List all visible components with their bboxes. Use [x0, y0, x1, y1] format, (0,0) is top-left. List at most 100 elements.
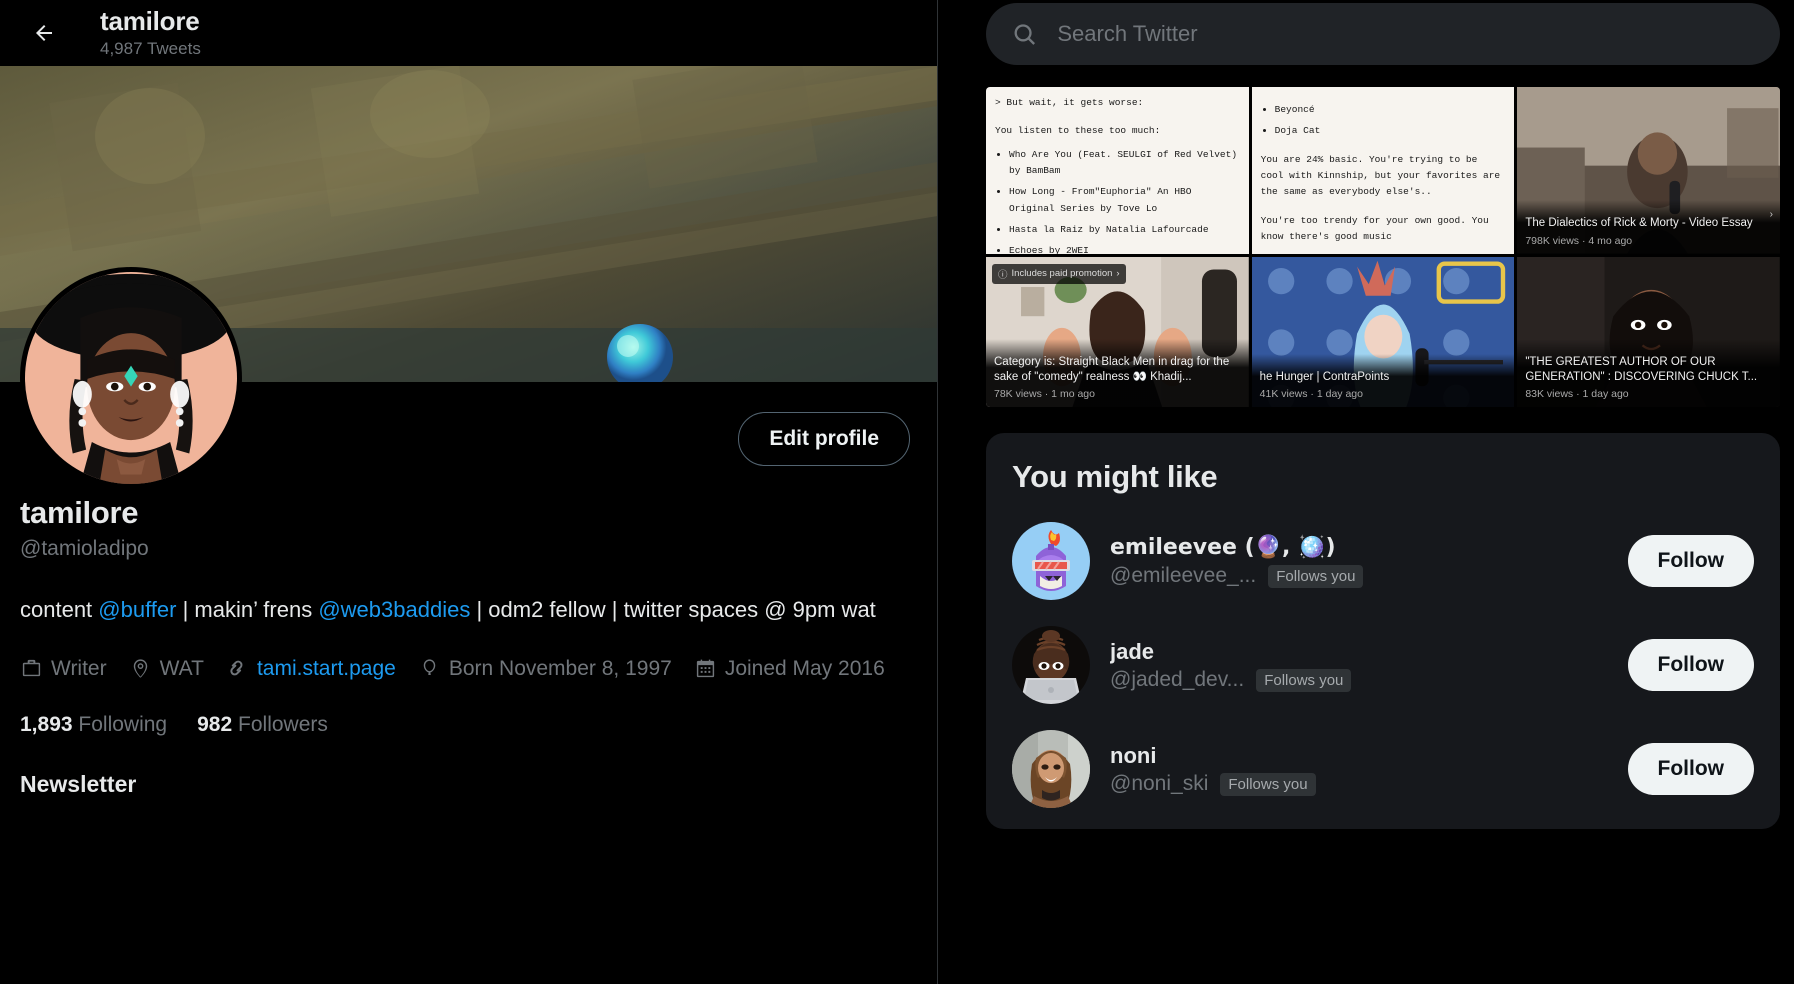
header-tweet-count: 4,987 Tweets — [100, 38, 201, 58]
follows-you-badge: Follows you — [1268, 564, 1364, 588]
profile-bio: content @buffer | makin’ frens @web3badd… — [20, 595, 917, 625]
media-tile-video-3[interactable]: he Hunger | ContraPoints 41K views · 1 d… — [1251, 256, 1515, 407]
meta-website: tami.start.page — [226, 653, 396, 685]
meta-location-label: WAT — [159, 657, 204, 681]
meta-birthday-label: Born November 8, 1997 — [448, 657, 672, 681]
video-caption-1: The Dialectics of Rick & Morty - Video E… — [1517, 200, 1780, 254]
media-tile-video-2[interactable]: ⓘ Includes paid promotion › Category is:… — [986, 256, 1249, 407]
suggested-user-sub: @noni_ski Follows you — [1110, 772, 1608, 796]
tile1-item: Who Are You (Feat. SEULGI of Red Velvet)… — [1009, 147, 1240, 180]
balloon-icon — [423, 659, 436, 676]
meta-profession-label: Writer — [51, 657, 107, 681]
header-display-name: tamilore — [100, 6, 200, 37]
pixel-monster-avatar — [1012, 522, 1090, 600]
avatar[interactable] — [1012, 626, 1090, 704]
link-icon — [230, 661, 243, 676]
tile2-item: Beyoncé — [1275, 102, 1506, 118]
video-title-1: The Dialectics of Rick & Morty - Video E… — [1525, 217, 1753, 230]
tile2-list: Beyoncé Doja Cat — [1275, 102, 1506, 140]
following-count: 1,893 — [20, 712, 73, 736]
bio-mention-buffer[interactable]: @buffer — [98, 597, 176, 622]
follow-button[interactable]: Follow — [1627, 743, 1754, 795]
suggested-user-info: noni @noni_ski Follows you — [1110, 742, 1608, 797]
video-title-4: "THE GREATEST AUTHOR OF OUR GENERATION" … — [1525, 355, 1758, 383]
suggested-user-handle: @emileevee_... — [1110, 564, 1257, 588]
video-meta-1: 798K views · 4 mo ago — [1525, 234, 1633, 247]
tile2-paragraph-2: You're too trendy for your own good. You… — [1260, 214, 1489, 242]
suggested-user-row[interactable]: noni @noni_ski Follows you Follow — [986, 717, 1780, 821]
avatar[interactable] — [1012, 730, 1090, 808]
following-stat[interactable]: 1,893 Following — [20, 713, 167, 737]
header-text-group: tamilore 4,987 Tweets — [100, 6, 201, 59]
tile2-paragraph-1: You are 24% basic. You're trying to be c… — [1260, 153, 1501, 198]
edit-profile-row: Edit profile — [0, 382, 937, 494]
profile-body: tamilore @tamioladipo content @buffer | … — [0, 494, 937, 798]
twitter-profile-page: tamilore 4,987 Tweets Edit profile tamil… — [0, 0, 1794, 984]
memoji-laptop-avatar — [1012, 626, 1090, 704]
suggested-user-sub: @emileevee_... Follows you — [1110, 564, 1608, 588]
suggested-user-row[interactable]: emileevee (🔮, 🪩) @emileevee_... Follows … — [986, 509, 1780, 613]
paid-promotion-label: Includes paid promotion — [1011, 268, 1113, 279]
following-label: Following — [78, 712, 168, 736]
follow-button[interactable]: Follow — [1627, 639, 1754, 691]
tile1-heading: > But wait, it gets worse: — [995, 97, 1144, 108]
location-pin-icon — [133, 659, 147, 679]
edit-profile-button[interactable]: Edit profile — [738, 412, 910, 466]
media-tile-text-2[interactable]: Beyoncé Doja Cat You are 24% basic. You'… — [1251, 87, 1515, 254]
you-might-like-card: You might like emileevee (🔮, 🪩) @emileev… — [986, 433, 1780, 829]
followers-stat[interactable]: 982 Followers — [197, 713, 328, 737]
tile1-intro: You listen to these too much: — [995, 125, 1161, 137]
video-title-3: he Hunger | ContraPoints — [1259, 370, 1390, 383]
bio-text-1: content — [20, 597, 99, 623]
search-bar[interactable] — [986, 3, 1780, 65]
video-caption-4: "THE GREATEST AUTHOR OF OUR GENERATION" … — [1517, 338, 1780, 407]
briefcase-icon — [22, 660, 41, 677]
tile1-list: Who Are You (Feat. SEULGI of Red Velvet)… — [1009, 147, 1240, 254]
avatar[interactable] — [1012, 522, 1090, 600]
search-input[interactable] — [1057, 21, 1754, 47]
follows-you-badge: Follows you — [1220, 772, 1316, 796]
video-caption-3: he Hunger | ContraPoints 41K views · 1 d… — [1251, 353, 1515, 407]
photo-portrait-avatar — [1012, 730, 1090, 808]
followers-count: 982 — [197, 712, 233, 736]
profile-metadata: Writer WAT tami.start.page Born November… — [20, 653, 917, 685]
media-tile-video-1[interactable]: The Dialectics of Rick & Morty - Video E… — [1517, 87, 1780, 254]
back-button[interactable] — [22, 11, 66, 55]
tile1-item: How Long - From"Euphoria" An HBO Origina… — [1009, 184, 1240, 217]
right-sidebar: > But wait, it gets worse: You listen to… — [938, 0, 1794, 984]
suggested-user-sub: @jaded_dev... Follows you — [1110, 668, 1608, 692]
chevron-right-icon: › — [1769, 208, 1773, 220]
followers-label: Followers — [238, 712, 328, 736]
suggested-user-name: jade — [1110, 638, 1155, 664]
video-title-2: Category is: Straight Black Men in drag … — [994, 355, 1230, 383]
calendar-icon — [696, 660, 714, 678]
profile-column: tamilore 4,987 Tweets Edit profile tamil… — [0, 0, 938, 984]
profile-handle: @tamioladipo — [20, 537, 149, 561]
meta-birthday: Born November 8, 1997 — [418, 653, 672, 685]
newsletter-heading: Newsletter — [20, 770, 137, 797]
tile2-item: Doja Cat — [1275, 123, 1506, 139]
meta-location: WAT — [129, 653, 204, 685]
suggested-user-handle: @noni_ski — [1110, 772, 1209, 796]
suggested-user-info: emileevee (🔮, 🪩) @emileevee_... Follows … — [1110, 534, 1608, 589]
video-meta-2: 78K views · 1 mo ago — [994, 388, 1095, 401]
tile1-item: Echoes by 2WEI — [1009, 243, 1240, 253]
suggested-user-handle: @jaded_dev... — [1110, 668, 1245, 692]
video-meta-4: 83K views · 1 day ago — [1525, 388, 1629, 401]
suggested-user-name: noni — [1110, 742, 1157, 768]
video-caption-2: Category is: Straight Black Men in drag … — [986, 338, 1249, 407]
profile-stats: 1,893 Following 982 Followers — [20, 713, 917, 737]
media-preview-grid: > But wait, it gets worse: You listen to… — [986, 87, 1780, 407]
info-icon: ⓘ — [998, 269, 1008, 281]
meta-profession: Writer — [20, 653, 107, 685]
suggested-user-row[interactable]: jade @jaded_dev... Follows you Follow — [986, 613, 1780, 717]
media-tile-text-1[interactable]: > But wait, it gets worse: You listen to… — [986, 87, 1249, 254]
profile-display-name: tamilore — [20, 495, 139, 530]
bio-mention-web3baddies[interactable]: @web3baddies — [318, 597, 470, 622]
follow-button[interactable]: Follow — [1627, 535, 1754, 587]
bio-text-3: | odm2 fellow | twitter spaces @ 9pm wat — [470, 597, 876, 623]
meta-joined-label: Joined May 2016 — [724, 657, 885, 681]
meta-website-link[interactable]: tami.start.page — [257, 653, 396, 685]
media-tile-video-4[interactable]: "THE GREATEST AUTHOR OF OUR GENERATION" … — [1517, 256, 1780, 407]
profile-header: tamilore 4,987 Tweets — [0, 0, 937, 66]
